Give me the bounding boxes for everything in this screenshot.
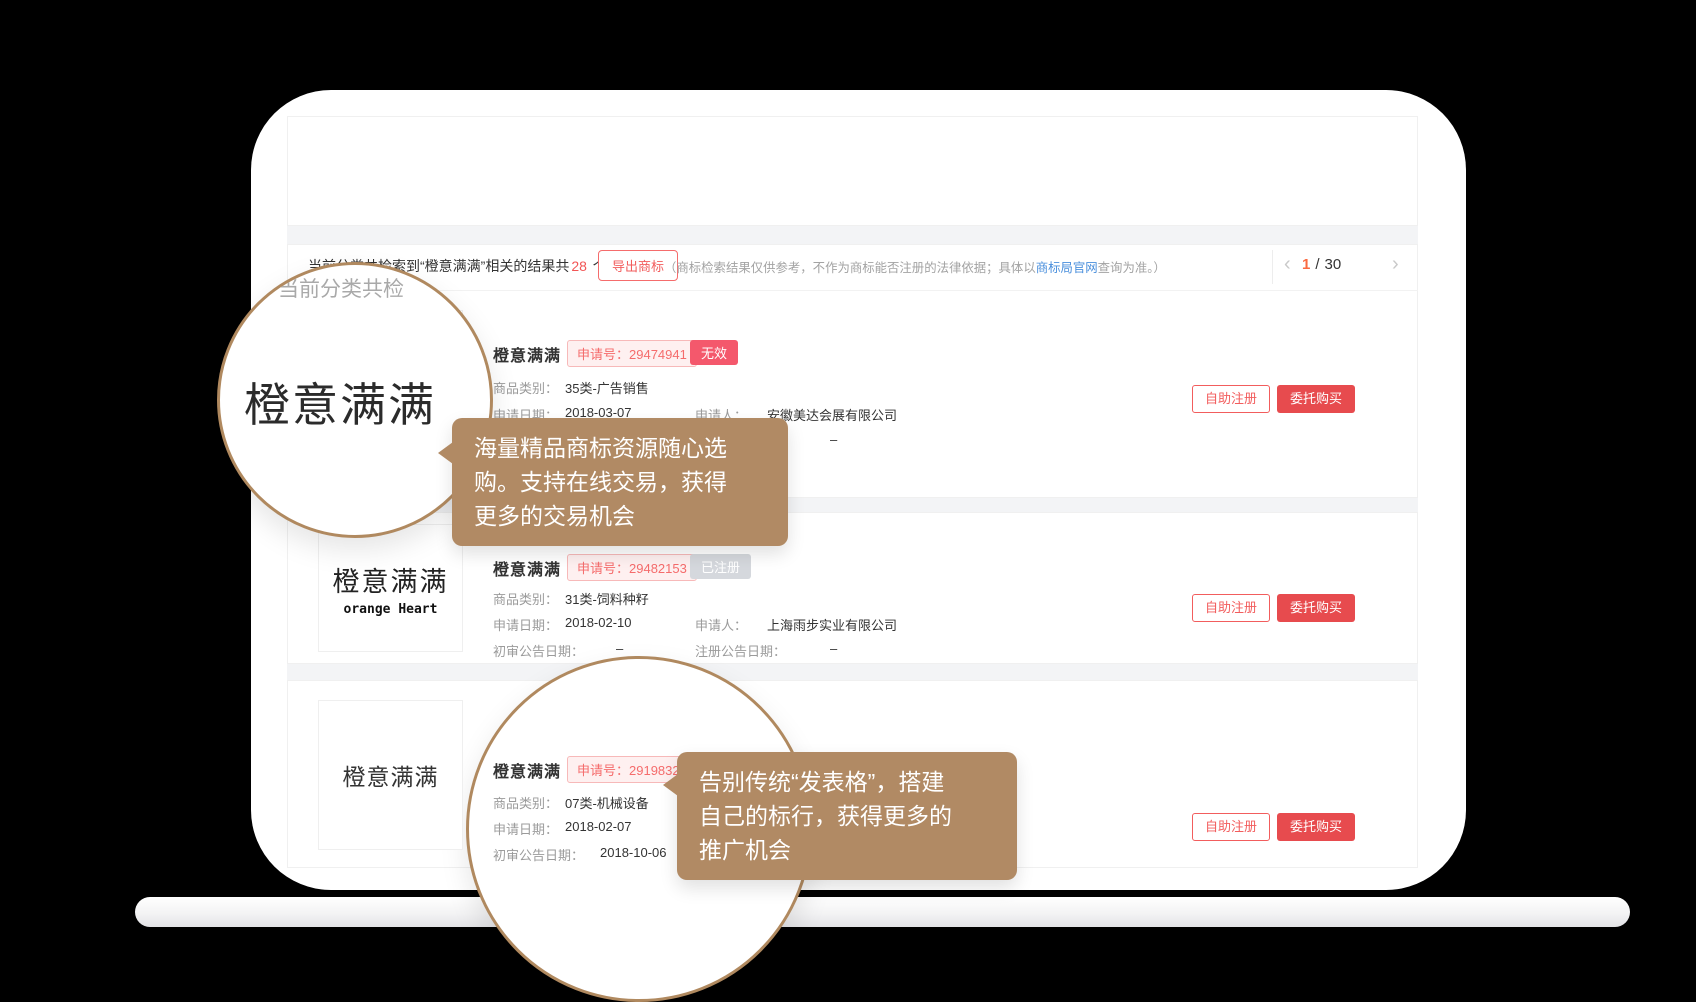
trademark-office-link[interactable]: 商标局官网 [1036,261,1098,275]
results-header-divider [287,290,1418,291]
chevron-left-icon[interactable]: ‹ [1284,254,1291,274]
trademark-image-text: 橙意满满 [343,758,439,792]
reg-publication-value: – [830,641,837,656]
category-label: 商品类别： [493,589,558,608]
apply-date-label: 申请日期： [493,819,558,838]
status-badge: 无效 [690,340,738,365]
application-number-badge: 申请号：29474941 [567,340,697,367]
laptop-base [135,897,1630,927]
results-disclaimer: （商标检索结果仅供参考，不作为商标能否注册的法律依据；具体以商标局官网查询为准。… [664,258,1166,276]
application-number-badge: 申请号：29482153 [567,554,697,581]
applicant-value: 安徽美达会展有限公司 [767,405,897,424]
pagination-current: 1 [1302,256,1310,273]
apply-date-label: 申请日期： [493,615,558,634]
row-title: 橙意满满 [493,758,561,782]
category-label: 商品类别： [493,378,558,397]
disclaimer-prefix: （商标检索结果仅供参考，不作为商标能否注册的法律依据；具体以 [664,261,1036,275]
status-badge: 已注册 [690,554,751,579]
apply-date-value: 2018-02-07 [565,819,632,834]
entrust-buy-button[interactable]: 委托购买 [1277,385,1355,413]
magnified-trademark-text: 橙意满满 [244,369,436,435]
row-title: 橙意满满 [493,342,561,366]
trademark-image-text: 橙意满满 [333,560,449,599]
callout-bubble-marketplace: 海量精品商标资源随心选 购。支持在线交易，获得 更多的交易机会 [452,418,788,546]
disclaimer-suffix: 查询为准。） [1098,261,1166,275]
apply-date-value: 2018-02-10 [565,615,632,630]
magnified-header-fragment: 当前分类共检 [278,273,404,303]
category-value: 07类-机械设备 [565,793,649,812]
trademark-image-subtext: orange Heart [344,602,438,617]
category-value: 31类-饲料种籽 [565,589,649,608]
row-title: 橙意满满 [493,556,561,580]
first-publication-value: – [616,641,623,656]
applicant-label: 申请人： [695,615,747,634]
page-background: 当前选择 02 颜料油漆 × 全部清除 商标分类 01 化学原料 02 颜料油漆… [0,0,1696,1002]
entrust-buy-button[interactable]: 委托购买 [1277,813,1355,841]
filter-card [287,116,1418,226]
entrust-buy-button[interactable]: 委托购买 [1277,594,1355,622]
category-label: 商品类别： [493,793,558,812]
reg-publication-value: – [830,432,837,447]
chevron-right-icon[interactable]: › [1392,254,1399,274]
category-value: 35类-广告销售 [565,378,649,397]
pagination-divider [1272,250,1273,284]
trademark-thumbnail: 橙意满满 [318,700,463,850]
pagination-total: 30 [1325,256,1342,273]
pagination: 1 / 30 [1302,256,1341,273]
first-publication-label: 初审公告日期： [493,845,584,864]
self-register-button[interactable]: 自助注册 [1192,813,1270,841]
pagination-separator: / [1315,256,1319,273]
trademark-thumbnail: 橙意满满 orange Heart [318,524,463,652]
results-count: 28 [571,258,587,274]
self-register-button[interactable]: 自助注册 [1192,594,1270,622]
first-publication-value: 2018-10-06 [600,845,667,860]
reg-publication-label: 注册公告日期： [695,641,786,660]
self-register-button[interactable]: 自助注册 [1192,385,1270,413]
callout-bubble-promotion: 告别传统“发表格”，搭建 自己的标行，获得更多的 推广机会 [677,752,1017,880]
applicant-value: 上海雨步实业有限公司 [767,615,897,634]
first-publication-label: 初审公告日期： [493,641,584,660]
